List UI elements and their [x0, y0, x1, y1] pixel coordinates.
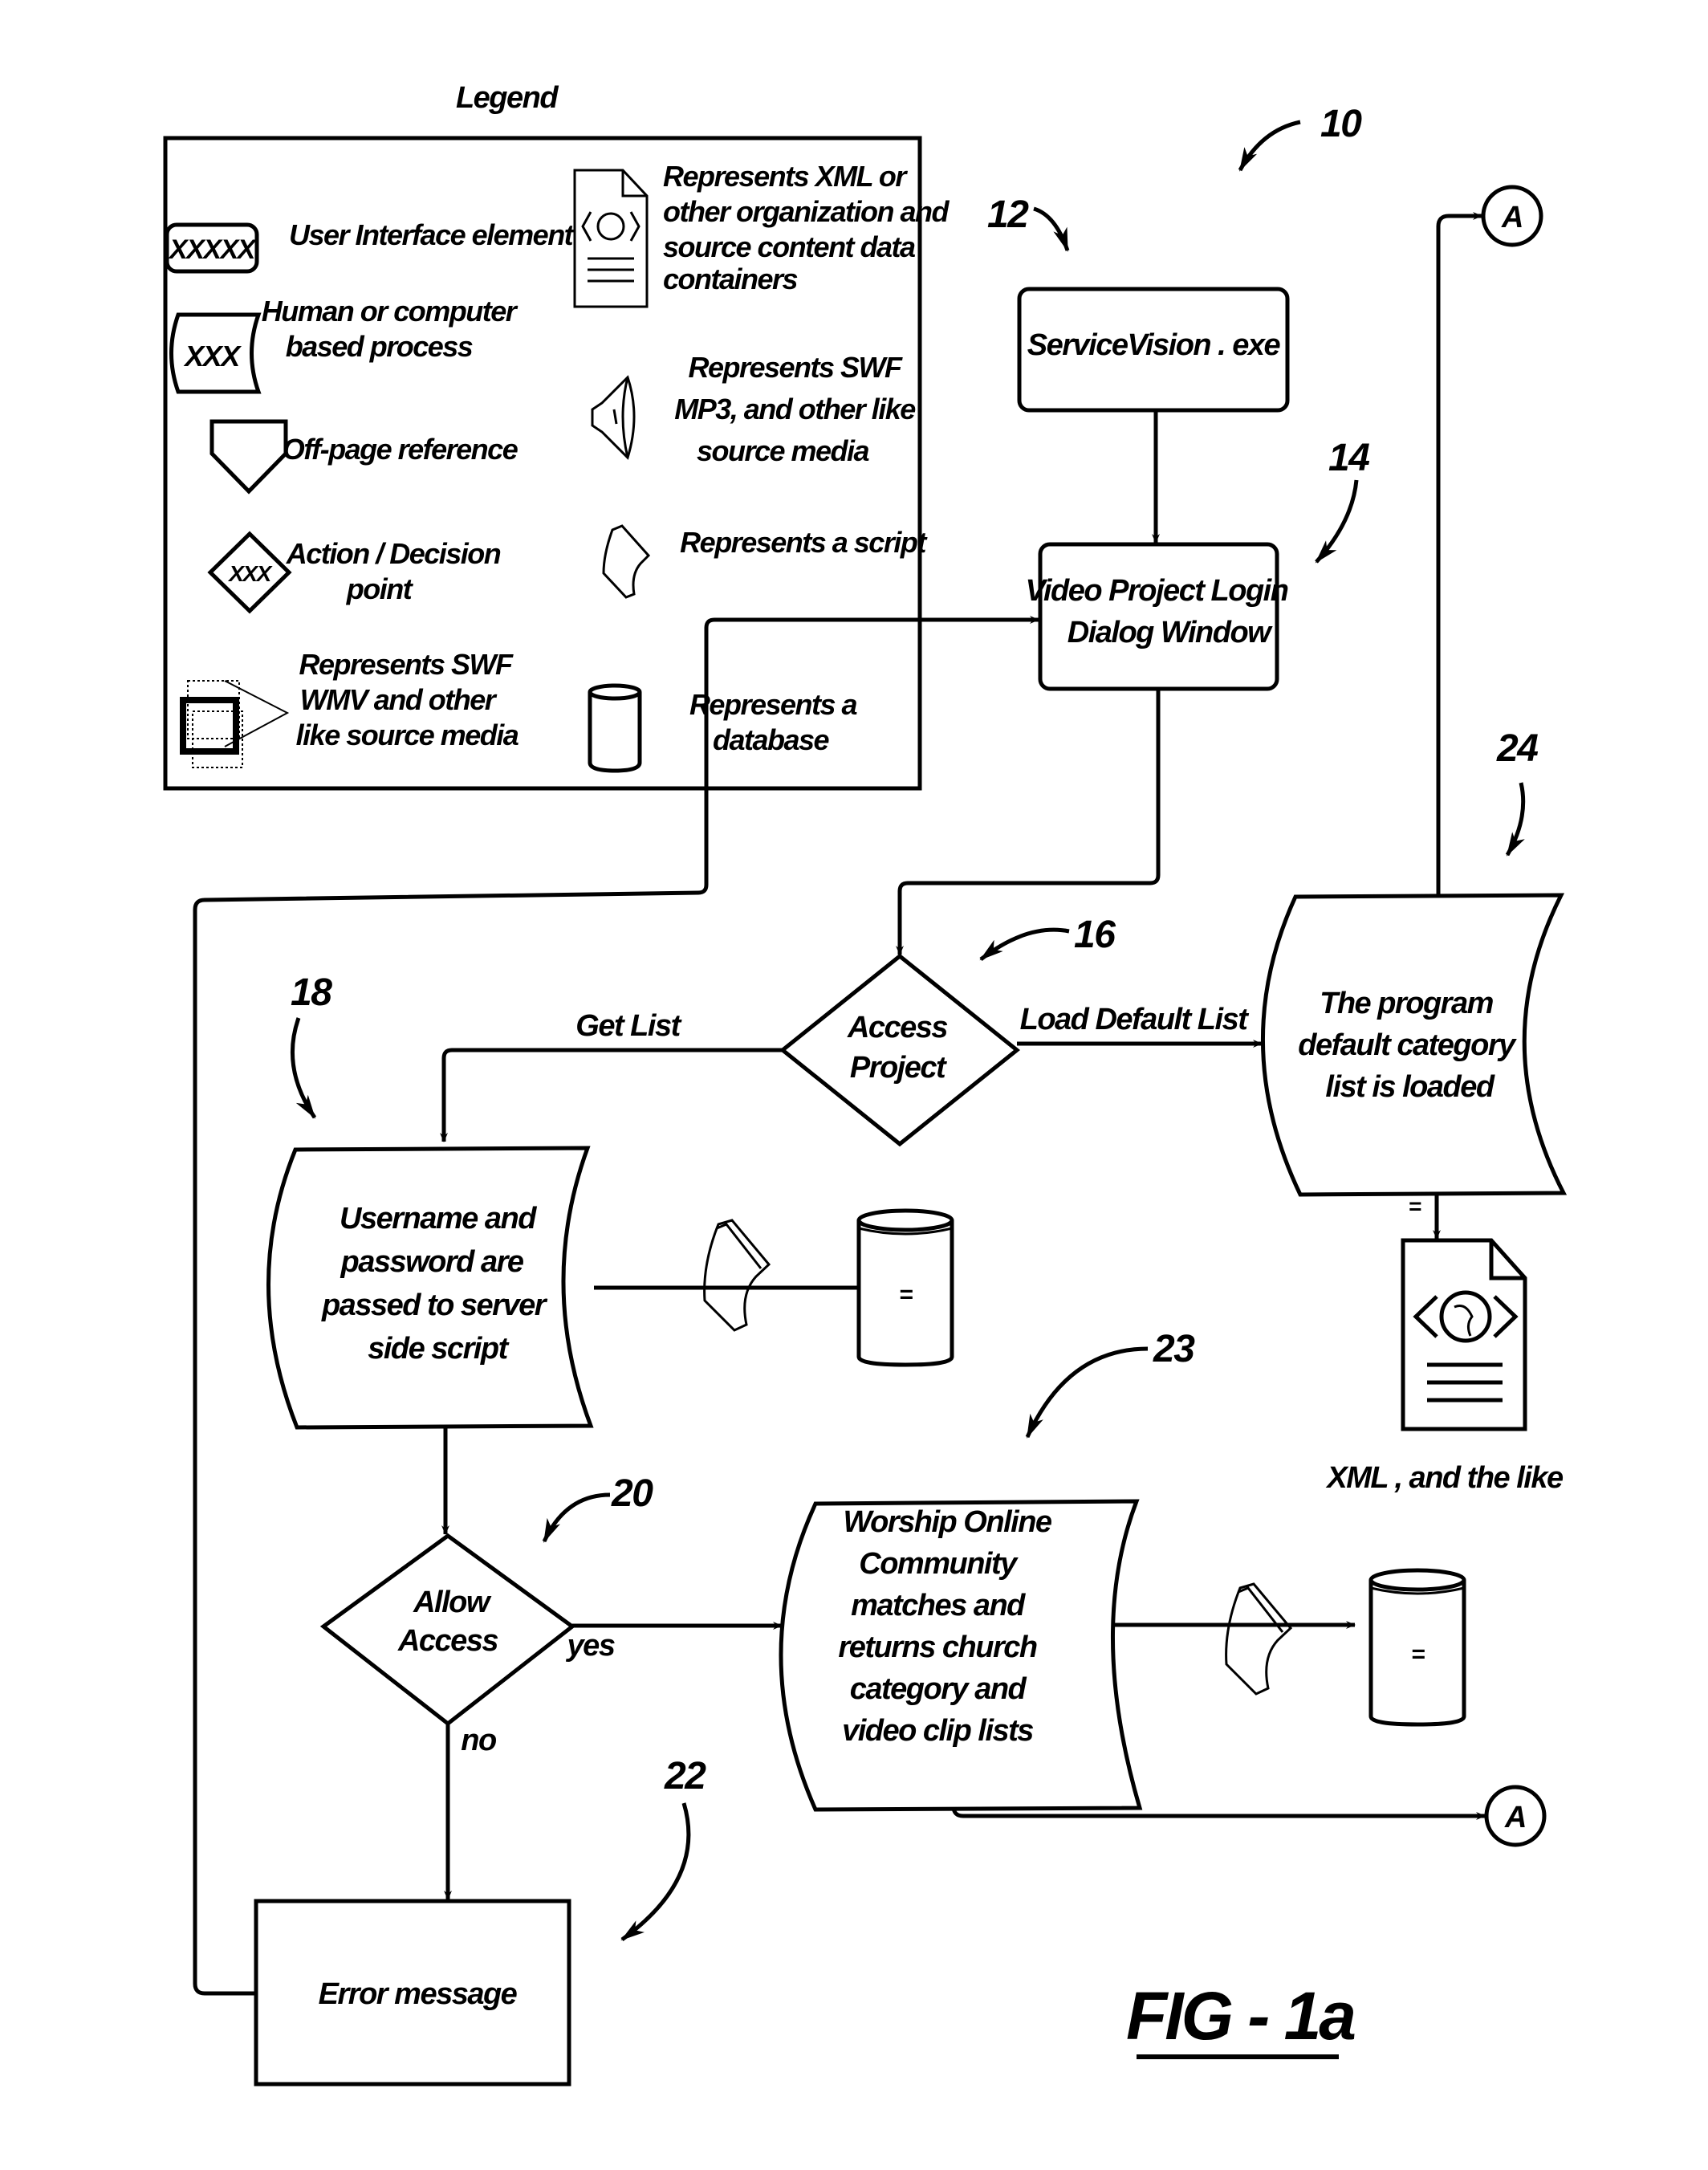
ref-12-arrow	[1033, 206, 1070, 252]
node-error-message-label: Error message	[319, 1977, 518, 2011]
edge-default-to-connector-a	[1436, 212, 1482, 895]
edge-label-load-default: Load Default List	[1020, 1003, 1250, 1036]
legend-script-icon	[602, 524, 651, 599]
legend-process-icon: XXX	[169, 312, 262, 394]
legend-ui-element-label: User Interface element	[289, 218, 575, 251]
node-error-message[interactable]: Error message	[254, 1899, 571, 2087]
database-icon: =	[856, 1208, 954, 1367]
node-allow-access[interactable]: Allow Access	[319, 1533, 576, 1727]
ref-12: 12	[987, 193, 1029, 236]
svg-text:XXX: XXX	[183, 340, 242, 373]
node-login-dialog[interactable]: Video Project Login Dialog Window	[1026, 542, 1289, 691]
edge-login-to-access-project	[896, 689, 1161, 955]
legend-audio-media-icon	[591, 375, 636, 460]
script-icon	[703, 1219, 771, 1332]
node-default-list-label: The program default category list is loade…	[1298, 987, 1517, 1104]
ref-20-arrow	[542, 1492, 611, 1543]
legend-xml-document-label: Represents XML or other organization and s…	[663, 160, 950, 295]
xml-document-caption: XML , and the like	[1325, 1461, 1564, 1495]
node-default-list[interactable]: The program default category list is loade…	[1261, 893, 1568, 1197]
legend-database-label: Represents a database	[689, 688, 857, 756]
ref-24-arrow	[1505, 782, 1526, 857]
legend-ui-element-icon: XXXXX	[165, 222, 259, 274]
script-icon	[1225, 1582, 1293, 1696]
svg-text:=: =	[1411, 1641, 1425, 1667]
node-username-password[interactable]: Username and password are passed to server…	[266, 1146, 594, 1430]
ref-23-arrow	[1025, 1346, 1149, 1439]
ref-22-arrow	[620, 1802, 691, 1942]
ref-16-arrow	[979, 927, 1070, 961]
edge-label-get-list: Get List	[575, 1009, 681, 1043]
legend-video-media-icon	[180, 680, 290, 768]
flowchart-figure: Legend XXXXX User Interface element XXX …	[0, 0, 1708, 2170]
edge-get-list	[440, 1048, 783, 1142]
legend-xml-document-icon	[573, 169, 649, 308]
ref-14-arrow	[1315, 479, 1359, 564]
node-worship-online[interactable]: Worship Online Community matches and return…	[779, 1499, 1143, 1812]
ref-24: 24	[1496, 727, 1538, 770]
ref-16: 16	[1074, 914, 1116, 956]
legend-title: Legend	[456, 81, 559, 115]
xml-document-icon	[1401, 1238, 1527, 1431]
svg-text:XXX: XXX	[227, 561, 273, 586]
ref-18: 18	[291, 971, 332, 1014]
svg-text:=: =	[899, 1281, 913, 1308]
ref-10-arrow	[1238, 120, 1301, 172]
legend-off-page-reference-icon	[209, 419, 288, 495]
node-servicevision-label: ServiceVision . exe	[1027, 328, 1281, 362]
ref-23: 23	[1153, 1328, 1195, 1370]
connector-a-top[interactable]: A	[1481, 185, 1543, 247]
svg-text:A: A	[1504, 1801, 1526, 1834]
database-icon: =	[1368, 1568, 1466, 1727]
legend-off-page-reference-label: Off-page reference	[283, 433, 518, 466]
connector-a-bottom[interactable]: A	[1484, 1785, 1547, 1847]
edge-default-to-xml-marker: =	[1409, 1194, 1421, 1219]
svg-text:A: A	[1501, 201, 1523, 234]
ref-10: 10	[1320, 103, 1362, 145]
figure-label: FIG - 1a	[1126, 1978, 1355, 2054]
legend-decision-label: Action / Decision point	[286, 537, 501, 605]
legend-process-label: Human or computer based process	[262, 295, 518, 363]
edge-label-no: no	[461, 1724, 496, 1757]
legend-database-icon	[588, 683, 642, 773]
ref-22: 22	[664, 1755, 706, 1797]
ref-20: 20	[611, 1472, 653, 1515]
node-servicevision[interactable]: ServiceVision . exe	[1017, 287, 1290, 413]
svg-text:XXXXX: XXXXX	[168, 234, 258, 265]
legend-script-label: Represents a script	[680, 526, 928, 559]
edge-label-yes: yes	[566, 1629, 615, 1663]
node-access-project[interactable]: Access Project	[779, 953, 1020, 1147]
legend-decision-icon: XXX	[207, 531, 292, 614]
flowchart-svg: Legend XXXXX User Interface element XXX …	[163, 81, 1568, 2087]
legend-audio-media-label: Represents SWF MP3, and other like source …	[674, 351, 916, 467]
ref-18-arrow	[290, 1017, 317, 1119]
ref-14: 14	[1328, 437, 1369, 479]
legend-video-media-label: Represents SWF WMV and other like source m…	[296, 648, 518, 751]
